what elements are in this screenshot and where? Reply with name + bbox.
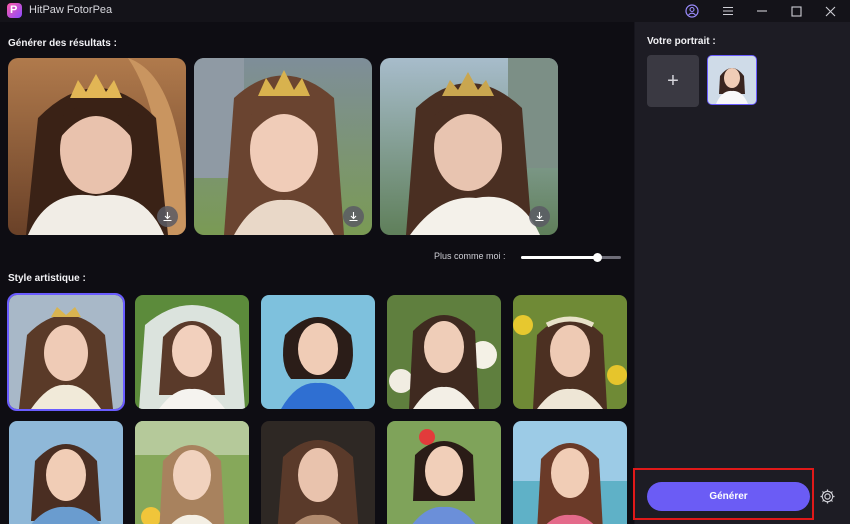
gear-icon[interactable] xyxy=(819,488,836,505)
download-icon xyxy=(163,212,172,222)
slider-label: Plus comme moi : xyxy=(434,251,506,261)
title-bar: P HitPaw FotorPea xyxy=(0,0,850,22)
download-button-1[interactable] xyxy=(157,206,178,227)
style-card-flower-crown[interactable] xyxy=(513,295,627,409)
maximize-icon[interactable] xyxy=(786,2,806,20)
download-icon xyxy=(535,212,544,222)
minimize-icon[interactable] xyxy=(752,2,772,20)
result-image-1[interactable] xyxy=(8,58,186,235)
style-card-business[interactable] xyxy=(9,421,123,524)
result-image-3[interactable] xyxy=(380,58,558,235)
slider-handle[interactable] xyxy=(593,253,602,262)
style-card-studio[interactable] xyxy=(261,421,375,524)
download-icon xyxy=(349,212,358,222)
style-card-bride-veil[interactable] xyxy=(135,295,249,409)
style-card-princess[interactable] xyxy=(7,293,125,411)
generate-button[interactable]: Générer xyxy=(647,482,810,511)
account-icon[interactable] xyxy=(682,2,702,20)
style-card-garden[interactable] xyxy=(135,421,249,524)
side-panel: Votre portrait : + xyxy=(635,22,850,524)
likeness-slider[interactable] xyxy=(521,253,621,262)
portrait-label: Votre portrait : xyxy=(647,36,716,47)
menu-icon[interactable] xyxy=(718,2,738,20)
add-portrait-button[interactable]: + xyxy=(647,55,699,107)
style-label: Style artistique : xyxy=(8,273,86,284)
style-card-beach[interactable] xyxy=(513,421,627,524)
style-card-blue-dress[interactable] xyxy=(261,295,375,409)
download-button-3[interactable] xyxy=(529,206,550,227)
main-panel: Générer des résultats : Style artistique… xyxy=(0,22,634,524)
style-card-white-flowers[interactable] xyxy=(387,295,501,409)
plus-icon: + xyxy=(667,69,679,92)
download-button-2[interactable] xyxy=(343,206,364,227)
app-logo: P xyxy=(7,3,22,18)
slider-fill xyxy=(521,256,597,259)
result-image-2[interactable] xyxy=(194,58,372,235)
portrait-thumbnail[interactable] xyxy=(707,55,757,105)
style-card-kimono[interactable] xyxy=(387,421,501,524)
app-title: HitPaw FotorPea xyxy=(29,4,113,16)
results-label: Générer des résultats : xyxy=(8,38,117,49)
close-icon[interactable] xyxy=(820,2,840,20)
